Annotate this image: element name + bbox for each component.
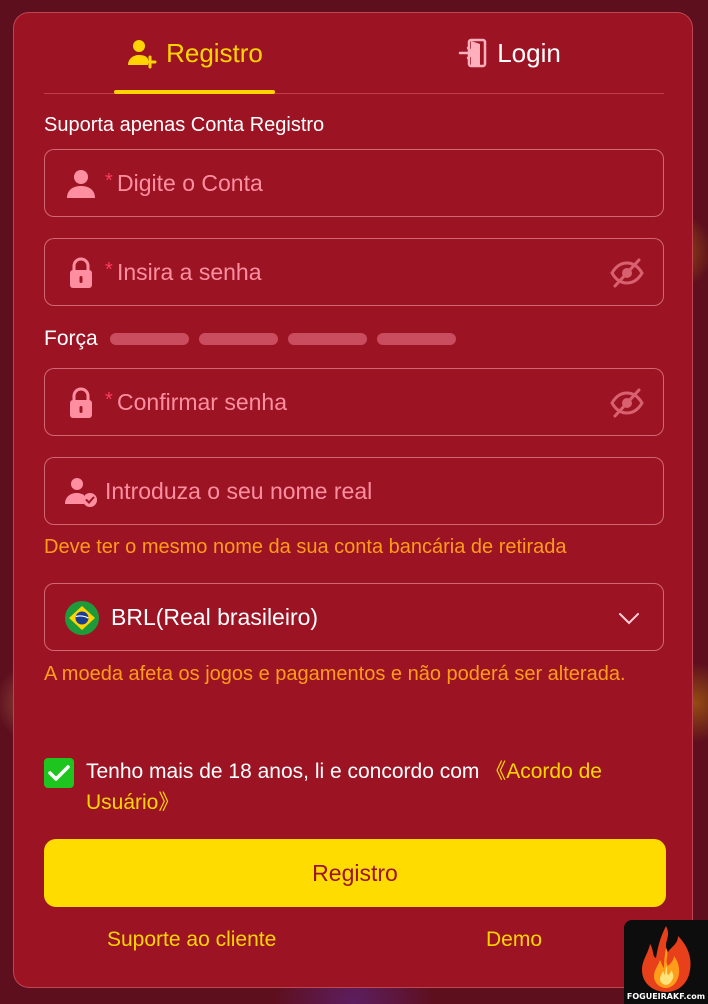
tab-login-label: Login xyxy=(497,37,561,68)
eye-hidden-icon[interactable] xyxy=(609,385,645,421)
register-button[interactable]: Registro xyxy=(44,839,666,907)
account-type-hint: Suporta apenas Conta Registro xyxy=(44,114,325,136)
site-name: FOGUEIRAKF.com xyxy=(626,992,706,1001)
account-field: * xyxy=(44,149,664,217)
confirm-password-field: * xyxy=(44,368,664,436)
strength-bar xyxy=(376,333,456,345)
login-door-icon xyxy=(458,38,487,68)
site-logo-badge: FOGUEIRAKF.com xyxy=(624,920,708,1004)
real-name-note: Deve ter o mesmo nome da sua conta bancá… xyxy=(44,536,567,558)
user-add-icon xyxy=(128,40,157,69)
lock-icon xyxy=(70,257,92,288)
real-name-field xyxy=(44,457,664,525)
currency-select[interactable]: BRL(Real brasileiro) xyxy=(44,583,664,651)
strength-bar xyxy=(198,333,278,345)
tab-registro[interactable]: Registro xyxy=(114,13,275,94)
eye-hidden-icon[interactable] xyxy=(609,255,645,291)
account-input[interactable] xyxy=(101,150,591,216)
check-icon xyxy=(48,765,70,781)
user-icon xyxy=(67,170,95,198)
confirm-password-input[interactable] xyxy=(101,369,591,435)
brazil-flag-icon xyxy=(65,601,99,635)
agreement-text: Tenho mais de 18 anos, li e concordo com… xyxy=(86,756,646,818)
demo-link[interactable]: Demo xyxy=(486,928,542,952)
password-input[interactable] xyxy=(101,239,591,305)
register-panel: Registro Login Suporta apenas Conta Regi… xyxy=(13,12,693,988)
agree-checkbox[interactable] xyxy=(44,758,74,788)
tab-login[interactable]: Login xyxy=(424,13,594,93)
strength-bar xyxy=(287,333,367,345)
tab-registro-label: Registro xyxy=(166,37,263,68)
password-strength: Força xyxy=(44,324,466,354)
chevron-down-icon xyxy=(619,613,639,625)
customer-support-link[interactable]: Suporte ao cliente xyxy=(107,928,276,952)
strength-label: Força xyxy=(44,327,98,350)
lock-icon xyxy=(70,387,92,418)
currency-note: A moeda afeta os jogos e pagamentos e nã… xyxy=(44,663,626,685)
currency-value: BRL(Real brasileiro) xyxy=(111,604,319,630)
real-name-input[interactable] xyxy=(89,458,579,524)
password-field: * xyxy=(44,238,664,306)
strength-bar xyxy=(109,333,189,345)
auth-tabs: Registro Login xyxy=(44,13,664,94)
agreement-statement: Tenho mais de 18 anos, li e concordo com xyxy=(86,760,486,783)
